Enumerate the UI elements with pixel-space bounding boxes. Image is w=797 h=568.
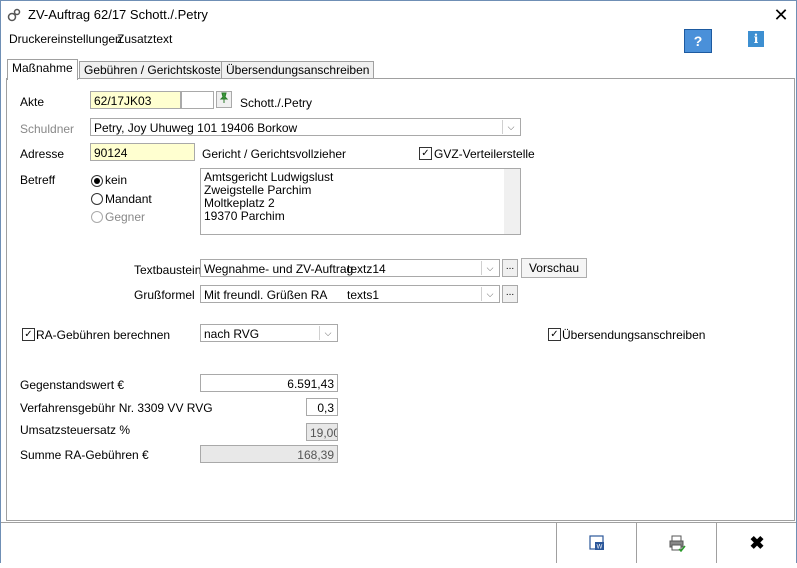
radio-gegner[interactable]: [91, 211, 103, 223]
info-icon[interactable]: i: [748, 31, 764, 47]
akte-input[interactable]: 62/17JK03: [90, 91, 181, 109]
footer-bar: W ✖: [1, 522, 796, 563]
grussformel-value: Mit freundl. Grüßen RA: [204, 288, 328, 302]
rvg-select[interactable]: nach RVG ⌵: [200, 324, 338, 342]
grussformel-code: texts1: [347, 288, 380, 302]
textbaustein-label: Textbaustein: [134, 263, 202, 277]
close-icon[interactable]: ✕: [771, 5, 791, 25]
akte-parties: Schott./.Petry: [240, 96, 313, 110]
verfahrensgebuehr-label: Verfahrensgebühr Nr. 3309 VV RVG: [20, 401, 213, 415]
gvz-label: GVZ-Verteilerstelle: [434, 147, 535, 161]
window-title: ZV-Auftrag 62/17 Schott./.Petry: [28, 7, 208, 22]
vorschau-button[interactable]: Vorschau: [521, 258, 587, 278]
cancel-icon[interactable]: ✖: [716, 523, 797, 563]
dialog-window: ZV-Auftrag 62/17 Schott./.Petry ✕ Drucke…: [0, 0, 797, 563]
textbaustein-select[interactable]: Wegnahme- und ZV-Auftrag textz14 ⌵: [200, 259, 500, 277]
schuldner-select[interactable]: Petry, Joy Uhuweg 101 19406 Borkow ⌵: [90, 118, 521, 136]
title-bar: ZV-Auftrag 62/17 Schott./.Petry ✕: [1, 1, 796, 29]
ra-gebuehren-checkbox[interactable]: ✓: [22, 328, 35, 341]
scrollbar[interactable]: [504, 169, 520, 234]
adresse-input[interactable]: 90124: [90, 143, 195, 161]
verfahrensgebuehr-input[interactable]: 0,3: [306, 398, 338, 416]
textbaustein-code: textz14: [347, 262, 386, 276]
menu-zusatztext[interactable]: Zusatztext: [117, 32, 172, 46]
word-document-icon: W: [589, 535, 604, 551]
rvg-value: nach RVG: [204, 327, 260, 341]
textbaustein-value: Wegnahme- und ZV-Auftrag: [204, 262, 354, 276]
textbaustein-more-button[interactable]: ...: [502, 259, 518, 277]
summe-label: Summe RA-Gebühren €: [20, 448, 149, 462]
betreff-label: Betreff: [20, 173, 56, 187]
schuldner-value: Petry, Joy Uhuweg 101 19406 Borkow: [94, 121, 298, 135]
ust-input: 19,00: [306, 423, 338, 441]
uebersendung-label: Übersendungsanschreiben: [562, 328, 706, 342]
gegenstandswert-input[interactable]: 6.591,43: [200, 374, 338, 392]
printer-icon: [669, 535, 686, 553]
radio-mandant[interactable]: [91, 193, 103, 205]
print-button[interactable]: [636, 523, 717, 563]
akte-extra-input[interactable]: [181, 91, 214, 109]
chevron-down-icon: ⌵: [502, 120, 519, 134]
chevron-down-icon: ⌵: [481, 287, 498, 301]
schuldner-label: Schuldner: [20, 122, 75, 136]
word-export-button[interactable]: W: [556, 523, 637, 563]
radio-gegner-label: Gegner: [105, 210, 146, 224]
gvz-checkbox[interactable]: ✓: [419, 147, 432, 160]
tab-gebuehren[interactable]: Gebühren / Gerichtskosten: [79, 61, 233, 79]
radio-kein-label: kein: [105, 173, 128, 187]
pin-icon[interactable]: [216, 91, 232, 108]
ust-label: Umsatzsteuersatz %: [20, 423, 131, 437]
radio-kein[interactable]: [91, 175, 103, 187]
gegenstandswert-label: Gegenstandswert €: [20, 378, 125, 392]
grussformel-more-button[interactable]: ...: [502, 285, 518, 303]
summe-input: 168,39: [200, 445, 338, 463]
chevron-down-icon: ⌵: [319, 326, 336, 340]
help-icon[interactable]: ?: [684, 29, 712, 53]
app-icon: [7, 8, 21, 22]
akte-label: Akte: [20, 95, 45, 109]
word-icon-letter: W: [597, 545, 603, 551]
uebersendung-checkbox[interactable]: ✓: [548, 328, 561, 341]
ra-gebuehren-label: RA-Gebühren berechnen: [36, 328, 171, 342]
grussformel-select[interactable]: Mit freundl. Grüßen RA texts1 ⌵: [200, 285, 500, 303]
adresse-desc: Gericht / Gerichtsvollzieher: [202, 147, 347, 161]
pin-glyph-icon: [219, 92, 229, 103]
grussformel-label: Grußformel: [134, 288, 195, 302]
menu-druckereinstellungen[interactable]: Druckereinstellungen: [9, 32, 122, 46]
tab-massnahme[interactable]: Maßnahme: [7, 59, 78, 80]
chevron-down-icon: ⌵: [481, 261, 498, 275]
address-line: 19370 Parchim: [204, 209, 285, 223]
address-textarea[interactable]: Amtsgericht Ludwigslust Zweigstelle Parc…: [200, 168, 521, 235]
radio-mandant-label: Mandant: [105, 192, 152, 206]
adresse-label: Adresse: [20, 147, 65, 161]
tab-uebersendung[interactable]: Übersendungsanschreiben: [221, 61, 375, 79]
